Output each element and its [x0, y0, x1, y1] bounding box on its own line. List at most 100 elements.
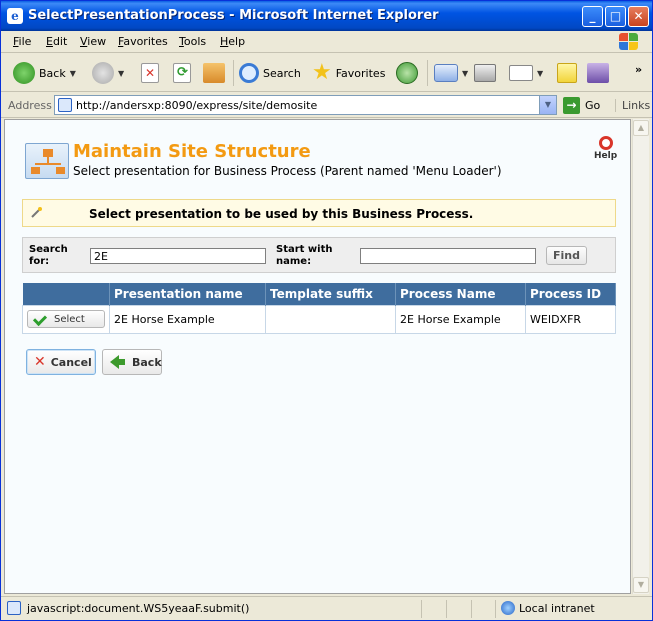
select-label: Select [54, 313, 85, 325]
maximize-button[interactable]: □ [605, 6, 626, 27]
star-icon: ★ [312, 60, 332, 85]
research-button[interactable] [587, 60, 609, 86]
stop-button[interactable]: ✕ [141, 60, 159, 86]
column-header-presentation-name[interactable]: Presentation name [109, 283, 266, 305]
title-bar[interactable]: e SelectPresentationProcess - Microsoft … [1, 1, 652, 31]
template-suffix-cell [265, 304, 396, 334]
address-bar: Address http://andersxp:8090/express/sit… [1, 93, 652, 118]
back-dropdown-icon[interactable]: ▼ [70, 69, 76, 78]
page-content: Maintain Site Structure Select presentat… [4, 119, 631, 594]
info-notice: Select presentation to be used by this B… [22, 199, 616, 227]
mail-button[interactable]: ▼ [434, 60, 468, 86]
column-header-template-suffix[interactable]: Template suffix [265, 283, 396, 305]
intranet-zone-icon [501, 601, 515, 615]
help-button[interactable]: Help [594, 136, 617, 161]
cancel-label: Cancel [50, 355, 92, 369]
menu-edit[interactable]: Edit [46, 35, 67, 48]
site-structure-icon [25, 143, 69, 179]
printer-icon [474, 64, 496, 82]
cancel-button[interactable]: ✕ Cancel [26, 349, 96, 375]
select-button[interactable]: Select [27, 310, 105, 328]
results-table: Presentation name Template suffix Proces… [22, 283, 616, 334]
status-bar: javascript:document.WS5yeaaF.submit() Lo… [1, 596, 652, 620]
minimize-button[interactable]: _ [582, 6, 603, 27]
address-url: http://andersxp:8090/express/site/demosi… [76, 99, 318, 112]
lifebuoy-icon [598, 136, 613, 150]
history-button[interactable] [396, 60, 418, 86]
browser-window: e SelectPresentationProcess - Microsoft … [0, 0, 653, 621]
discuss-button[interactable] [557, 60, 577, 86]
back-page-button[interactable]: Back [102, 349, 162, 375]
menu-help[interactable]: Help [220, 35, 245, 48]
back-label: Back [39, 66, 66, 80]
checkmark-icon [34, 314, 48, 324]
edit-button[interactable]: ▼ [509, 60, 543, 86]
toolbar: Back ▼ ▼ ✕ ⟳ Search ★ Favorites ▼ ▼ » [1, 54, 652, 92]
column-header-process-name[interactable]: Process Name [395, 283, 526, 305]
menu-bar: File Edit View Favorites Tools Help [1, 31, 652, 53]
back-arrow-green-icon [110, 355, 125, 369]
menu-favorites[interactable]: Favorites [118, 35, 168, 48]
go-button[interactable]: → Go [563, 97, 600, 114]
edit-dropdown-icon[interactable]: ▼ [537, 69, 543, 78]
table-row: Select 2E Horse Example 2E Horse Example… [22, 304, 616, 334]
links-button[interactable]: Links [615, 99, 650, 112]
status-text: javascript:document.WS5yeaaF.submit() [27, 602, 250, 615]
menu-view[interactable]: View [80, 35, 106, 48]
edit-icon [509, 65, 533, 81]
print-button[interactable] [474, 60, 496, 86]
cancel-x-icon: ✕ [34, 354, 46, 370]
magnifier-icon [239, 63, 259, 83]
menu-file[interactable]: File [13, 35, 31, 48]
close-button[interactable]: ✕ [628, 6, 649, 27]
address-dropdown-icon[interactable]: ▼ [539, 96, 556, 114]
magic-wand-icon [31, 207, 42, 218]
process-id-cell: WEIDXFR [525, 304, 616, 334]
back-arrow-icon [13, 62, 35, 84]
go-label: Go [585, 99, 601, 112]
mail-dropdown-icon[interactable]: ▼ [462, 69, 468, 78]
search-for-label: Search for: [29, 244, 68, 267]
window-title: SelectPresentationProcess - Microsoft In… [28, 8, 439, 23]
home-icon [203, 63, 225, 83]
history-icon [396, 62, 418, 84]
back-page-label: Back [132, 355, 162, 369]
table-header-row: Presentation name Template suffix Proces… [22, 283, 616, 305]
search-button[interactable]: Search [239, 60, 301, 86]
ie-icon: e [7, 8, 23, 24]
page-subtitle: Select presentation for Business Process… [73, 164, 502, 178]
scroll-down-icon[interactable]: ▼ [633, 577, 649, 593]
page-title: Maintain Site Structure [73, 141, 311, 162]
address-input[interactable]: http://andersxp:8090/express/site/demosi… [54, 95, 557, 115]
windows-logo-icon [618, 32, 640, 52]
favorites-label: Favorites [335, 66, 386, 80]
search-for-input[interactable] [90, 248, 266, 264]
address-label: Address [8, 99, 52, 112]
help-label: Help [594, 151, 618, 161]
vertical-scrollbar[interactable]: ▲ ▼ [632, 119, 649, 594]
presentation-name-cell: 2E Horse Example [109, 304, 266, 334]
column-header-process-id[interactable]: Process ID [525, 283, 616, 305]
stop-icon: ✕ [141, 63, 159, 83]
search-label: Search [263, 66, 301, 80]
page-icon [58, 98, 72, 112]
find-button[interactable]: Find [546, 246, 587, 265]
research-icon [587, 63, 609, 83]
menu-tools[interactable]: Tools [179, 35, 206, 48]
security-zone: Local intranet [519, 602, 595, 615]
back-button[interactable]: Back ▼ [13, 60, 76, 86]
scroll-up-icon[interactable]: ▲ [633, 120, 649, 136]
home-button[interactable] [203, 60, 225, 86]
toolbar-overflow-chevron[interactable]: » [635, 56, 642, 82]
process-name-cell: 2E Horse Example [395, 304, 526, 334]
start-with-label: Start with name: [276, 244, 333, 267]
refresh-button[interactable]: ⟳ [173, 60, 191, 86]
favorites-button[interactable]: ★ Favorites [312, 60, 385, 86]
mail-icon [434, 64, 458, 82]
forward-dropdown-icon[interactable]: ▼ [118, 69, 124, 78]
forward-button[interactable]: ▼ [92, 60, 124, 86]
forward-arrow-icon [92, 62, 114, 84]
go-arrow-icon: → [563, 97, 580, 114]
start-with-input[interactable] [360, 248, 536, 264]
search-panel: Searchfor: Start withname: Find [22, 237, 616, 273]
